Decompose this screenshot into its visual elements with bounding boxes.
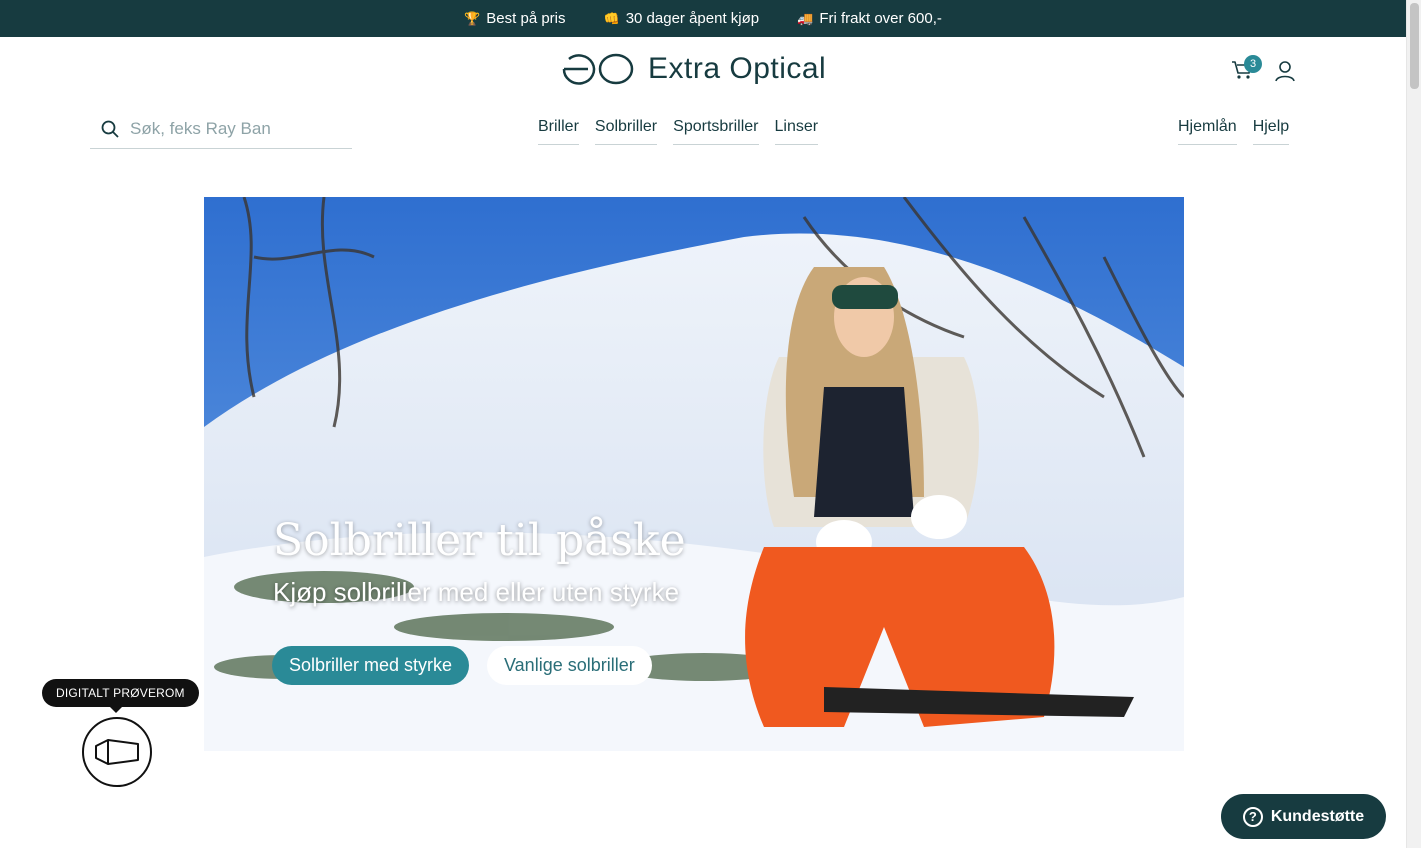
search-bar xyxy=(90,110,352,149)
user-icon xyxy=(1275,61,1295,82)
secondary-nav: Hjemlån Hjelp xyxy=(1178,118,1290,145)
hero-title: Solbriller til påske xyxy=(273,515,686,566)
hero-banner[interactable]: Solbriller til påske Kjøp solbriller med… xyxy=(204,197,1184,751)
support-button[interactable]: ? Kundestøtte xyxy=(1221,794,1386,839)
promo-item-return: 👊 30 dager åpent kjøp xyxy=(604,10,760,27)
tryon-tooltip-arrow xyxy=(109,706,123,713)
fist-icon: 👊 xyxy=(603,11,620,26)
nav-item-solbriller[interactable]: Solbriller xyxy=(594,118,658,145)
support-label: Kundestøtte xyxy=(1270,807,1365,825)
cart-count-badge: 3 xyxy=(1244,55,1262,73)
promo-label: 30 dager åpent kjøp xyxy=(625,10,760,27)
main-nav: Briller Solbriller Sportsbriller Linser xyxy=(538,118,819,145)
tryon-tooltip: DIGITALT PRØVEROM xyxy=(42,679,199,707)
eo-logo-icon xyxy=(562,53,634,85)
truck-icon: 🚚 xyxy=(797,11,814,26)
tryon-mirror-icon xyxy=(95,739,139,765)
nav-item-hjemlan[interactable]: Hjemlån xyxy=(1178,118,1237,145)
regular-sunglasses-button[interactable]: Vanlige solbriller xyxy=(487,646,652,685)
digital-tryon-button[interactable] xyxy=(82,717,152,787)
search-input[interactable] xyxy=(130,119,340,139)
promo-item-shipping: 🚚 Fri frakt over 600,- xyxy=(797,10,942,27)
search-icon[interactable] xyxy=(90,120,130,138)
account-button[interactable] xyxy=(1274,60,1296,87)
hero-subtitle: Kjøp solbriller med eller uten styrke xyxy=(273,577,680,607)
help-icon: ? xyxy=(1242,806,1263,827)
nav-item-linser[interactable]: Linser xyxy=(774,118,819,145)
nav-item-sportsbriller[interactable]: Sportsbriller xyxy=(673,118,759,145)
promo-bar: 🏆 Best på pris 👊 30 dager åpent kjøp 🚚 F… xyxy=(0,0,1406,37)
nav-item-briller[interactable]: Briller xyxy=(538,118,579,145)
logo-text: Extra Optical xyxy=(648,52,827,85)
promo-label: Fri frakt over 600,- xyxy=(819,10,942,27)
trophy-icon: 🏆 xyxy=(464,11,481,26)
promo-item-price: 🏆 Best på pris xyxy=(464,10,565,27)
promo-label: Best på pris xyxy=(486,10,566,27)
site-logo[interactable]: Extra Optical xyxy=(560,52,826,86)
sunglasses-prescription-button[interactable]: Solbriller med styrke xyxy=(272,646,470,685)
page-scrollbar[interactable] xyxy=(1406,0,1421,848)
nav-item-hjelp[interactable]: Hjelp xyxy=(1252,118,1290,145)
scrollbar-thumb[interactable] xyxy=(1410,3,1419,89)
